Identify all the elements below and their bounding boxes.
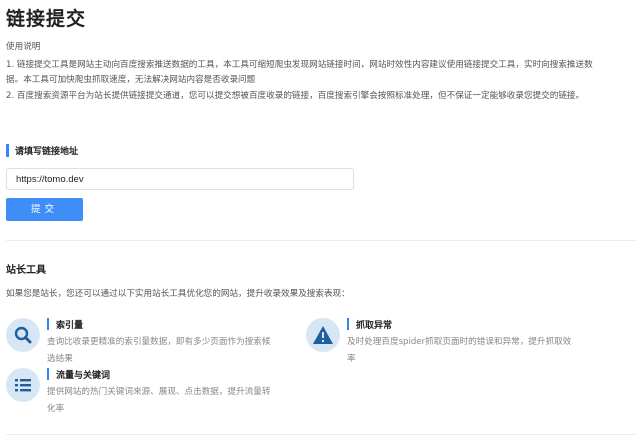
- warning-icon: [306, 318, 340, 352]
- tool-name[interactable]: 流量与关键词: [47, 368, 110, 381]
- tool-description: 及时处理百度spider抓取页面时的错误和异常，提升抓取效 率: [347, 337, 572, 364]
- tool-name[interactable]: 抓取异常: [347, 318, 392, 331]
- divider: [6, 240, 636, 241]
- search-icon: [6, 318, 40, 352]
- page-title: 链接提交: [6, 8, 87, 30]
- tools-title: 站长工具: [6, 265, 46, 276]
- submit-button[interactable]: 提交: [6, 198, 83, 221]
- tools-description: 如果您是站长，您还可以通过以下实用站长工具优化您的网站，提升收录效果及搜索表现：: [6, 289, 350, 299]
- tool-crawl-errors[interactable]: 抓取异常 及时处理百度spider抓取页面时的错误和异常，提升抓取效 率: [306, 318, 606, 368]
- usage-line-3: 2. 百度搜索资源平台为站长提供链接提交通道，您可以提交想被百度收录的链接，百度…: [6, 90, 585, 101]
- usage-instructions: 使用说明 1. 链接提交工具是网站主动向百度搜索推送数据的工具，本工具可缩短爬虫…: [6, 40, 636, 104]
- divider: [6, 434, 636, 435]
- tool-name[interactable]: 索引量: [47, 318, 83, 331]
- list-icon: [6, 368, 40, 402]
- tool-description: 提供网站的热门关键词来源、展现、点击数据，提升流量转 化率: [47, 387, 271, 414]
- tool-traffic-keywords[interactable]: 流量与关键词 提供网站的热门关键词来源、展现、点击数据，提升流量转 化率: [6, 368, 296, 418]
- usage-line-1: 1. 链接提交工具是网站主动向百度搜索推送数据的工具，本工具可缩短爬虫发现网站链…: [6, 59, 593, 70]
- tool-index-volume[interactable]: 索引量 查询比收录更精准的索引量数据，即有多少页面作为搜索候 选结果: [6, 318, 296, 368]
- usage-line-2: 据。本工具可加快爬虫抓取速度，无法解决网站内容是否收录问题: [6, 75, 256, 85]
- url-section-label: 请填写链接地址: [6, 144, 78, 157]
- tool-description: 查询比收录更精准的索引量数据，即有多少页面作为搜索候 选结果: [47, 337, 271, 364]
- url-input[interactable]: [6, 168, 354, 190]
- usage-title: 使用说明: [6, 42, 41, 52]
